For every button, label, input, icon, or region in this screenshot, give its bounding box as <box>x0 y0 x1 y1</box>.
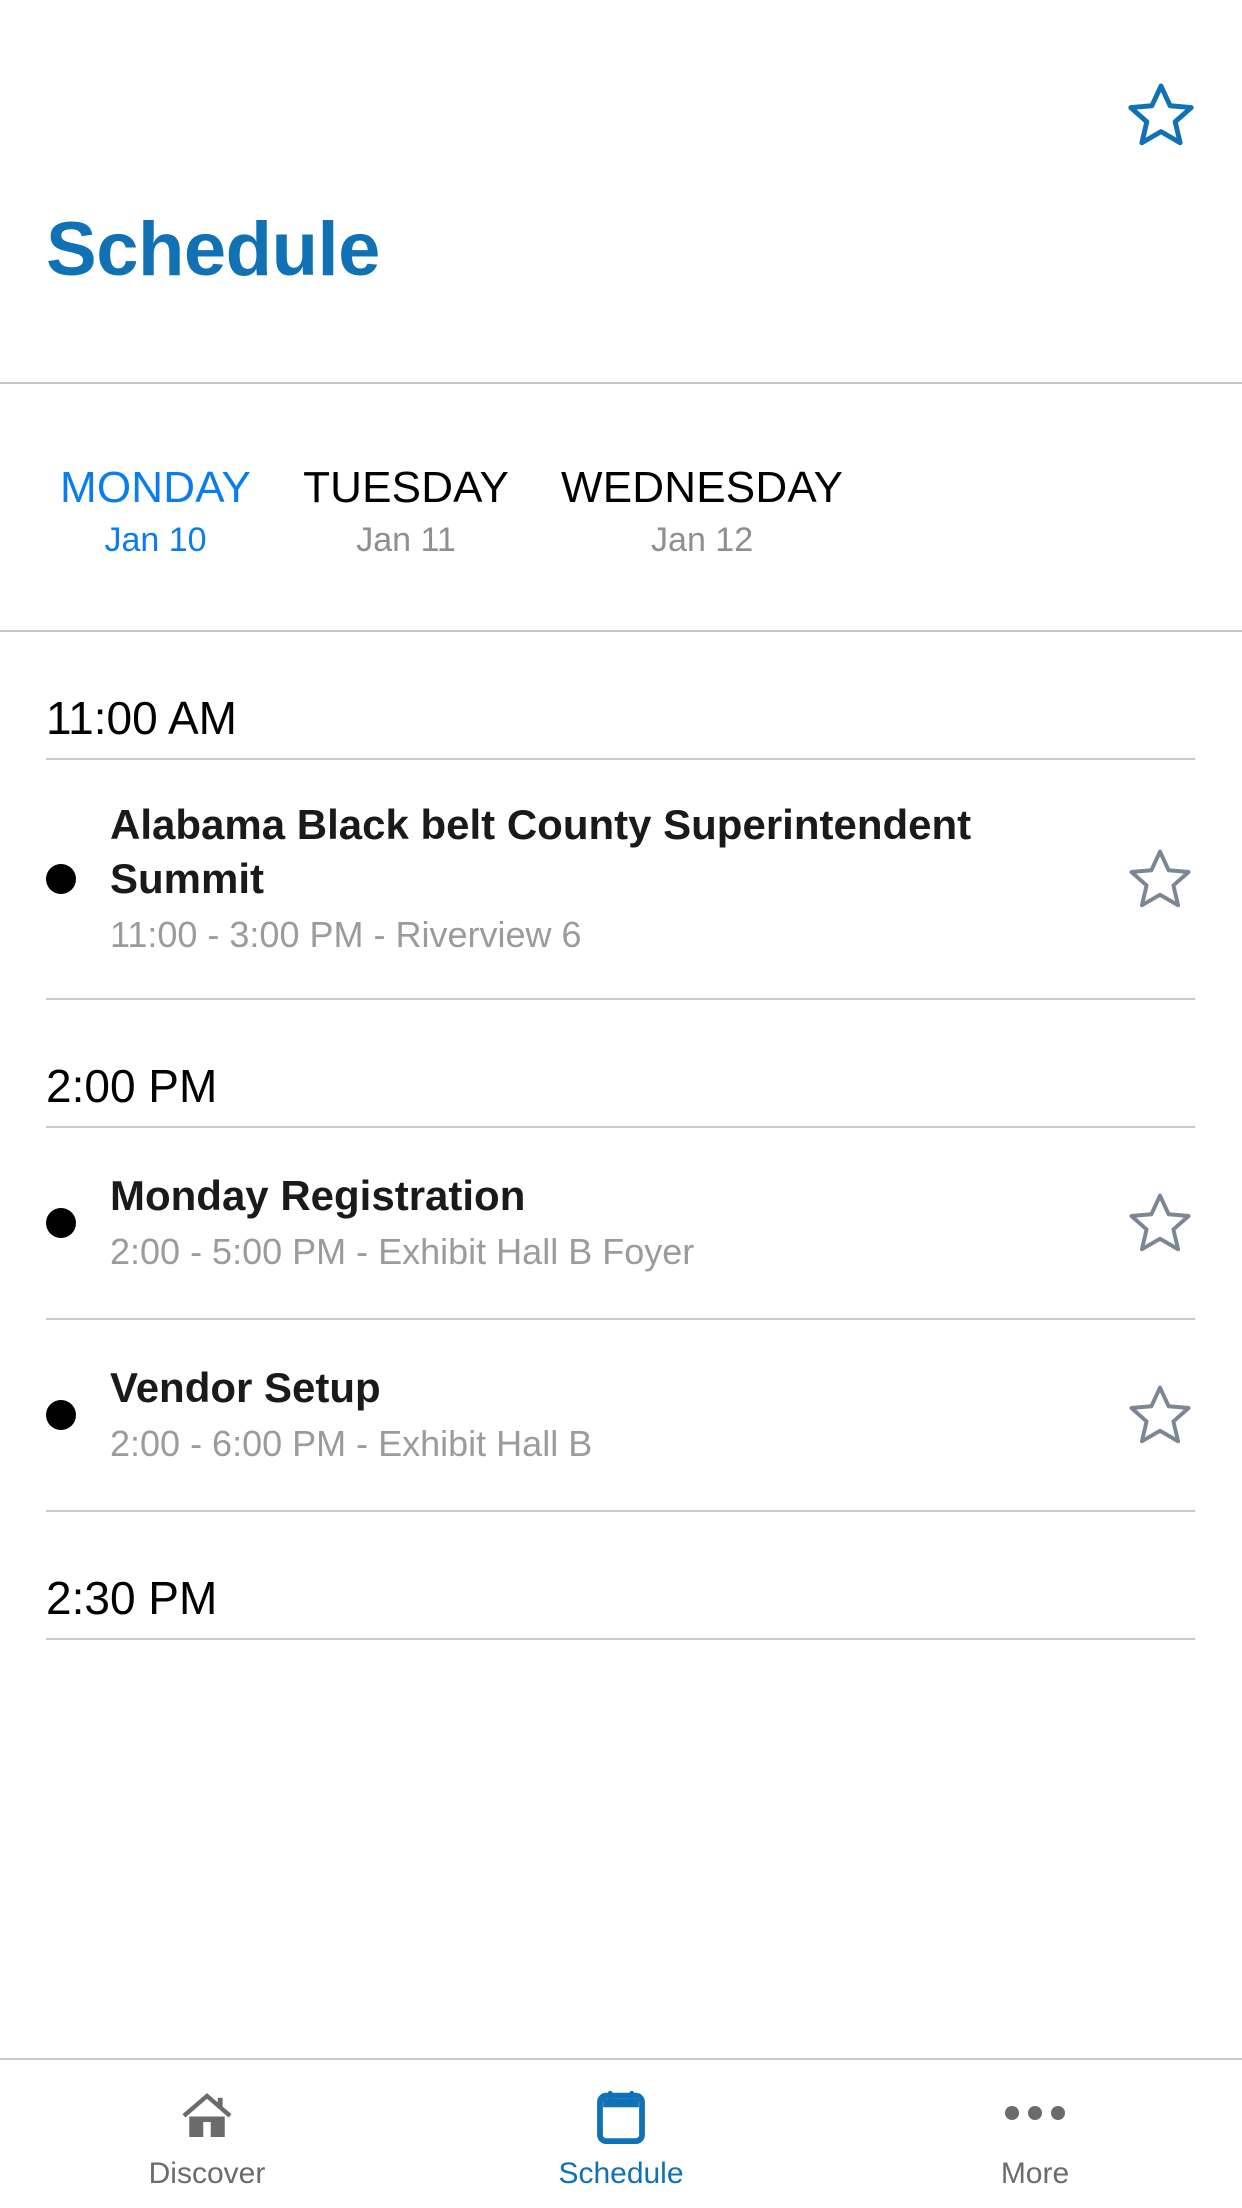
time-section-header: 11:00 AM <box>46 692 237 744</box>
schedule-list[interactable]: 11:00 AM Alabama Black belt County Super… <box>0 632 1242 2058</box>
tab-label: Schedule <box>558 2157 684 2190</box>
event-title: Monday Registration <box>110 1172 526 1219</box>
event-bullet-icon <box>46 864 76 894</box>
tab-label: More <box>1000 2157 1070 2190</box>
day-tab-monday[interactable]: MONDAY Jan 10 <box>34 462 277 564</box>
event-bullet-icon <box>46 1400 76 1430</box>
event-text-block: Vendor Setup 2:00 - 6:00 PM - Exhibit Ha… <box>110 1361 1125 1469</box>
page-title-block: Schedule <box>0 176 1242 382</box>
calendar-icon <box>592 2085 650 2147</box>
day-tab-date-label: Jan 12 <box>651 521 754 559</box>
day-tab-day-label: MONDAY <box>60 463 252 512</box>
time-section-header: 2:30 PM <box>46 1572 218 1624</box>
event-favorite-star-icon[interactable] <box>1125 844 1195 914</box>
schedule-event-row[interactable]: Alabama Black belt County Superintendent… <box>0 760 1242 998</box>
event-meta: 2:00 - 6:00 PM - Exhibit Hall B <box>110 1423 593 1464</box>
event-title: Vendor Setup <box>110 1364 381 1411</box>
event-bullet-icon <box>46 1208 76 1238</box>
event-meta: 2:00 - 5:00 PM - Exhibit Hall B Foyer <box>110 1231 695 1272</box>
schedule-event-row[interactable]: Vendor Setup 2:00 - 6:00 PM - Exhibit Ha… <box>0 1320 1242 1510</box>
event-favorite-star-icon[interactable] <box>1125 1188 1195 1258</box>
event-favorite-star-icon[interactable] <box>1125 1380 1195 1450</box>
day-tab-bar: MONDAY Jan 10 TUESDAY Jan 11 WEDNESDAY J… <box>0 384 1242 630</box>
day-tab-date-label: Jan 10 <box>104 521 207 559</box>
tab-schedule[interactable]: Schedule <box>414 2060 828 2208</box>
event-meta: 11:00 - 3:00 PM - Riverview 6 <box>110 914 582 955</box>
event-text-block: Monday Registration 2:00 - 5:00 PM - Exh… <box>110 1169 1125 1277</box>
top-bar <box>0 0 1242 176</box>
time-section-header: 2:00 PM <box>46 1060 218 1112</box>
day-tab-wednesday[interactable]: WEDNESDAY Jan 12 <box>535 462 869 564</box>
tab-discover[interactable]: Discover <box>0 2060 414 2208</box>
event-text-block: Alabama Black belt County Superintendent… <box>110 798 1125 960</box>
day-tab-date-label: Jan 11 <box>356 521 456 559</box>
bottom-tab-bar: Discover Schedule More <box>0 2058 1242 2208</box>
schedule-screen: Schedule MONDAY Jan 10 TUESDAY Jan 11 WE… <box>0 0 1242 2208</box>
event-title: Alabama Black belt County Superintendent… <box>110 801 972 902</box>
day-tab-tuesday[interactable]: TUESDAY Jan 11 <box>277 462 535 564</box>
tab-more[interactable]: More <box>828 2060 1242 2208</box>
section-divider <box>46 1638 1195 1640</box>
day-tab-day-label: WEDNESDAY <box>561 463 844 512</box>
schedule-event-row[interactable]: Monday Registration 2:00 - 5:00 PM - Exh… <box>0 1128 1242 1318</box>
home-icon <box>178 2085 236 2147</box>
favorite-star-icon[interactable] <box>1124 78 1198 152</box>
day-tab-day-label: TUESDAY <box>303 463 510 512</box>
ellipsis-icon <box>1005 2085 1065 2147</box>
tab-label: Discover <box>148 2157 266 2190</box>
page-title: Schedule <box>46 207 380 292</box>
